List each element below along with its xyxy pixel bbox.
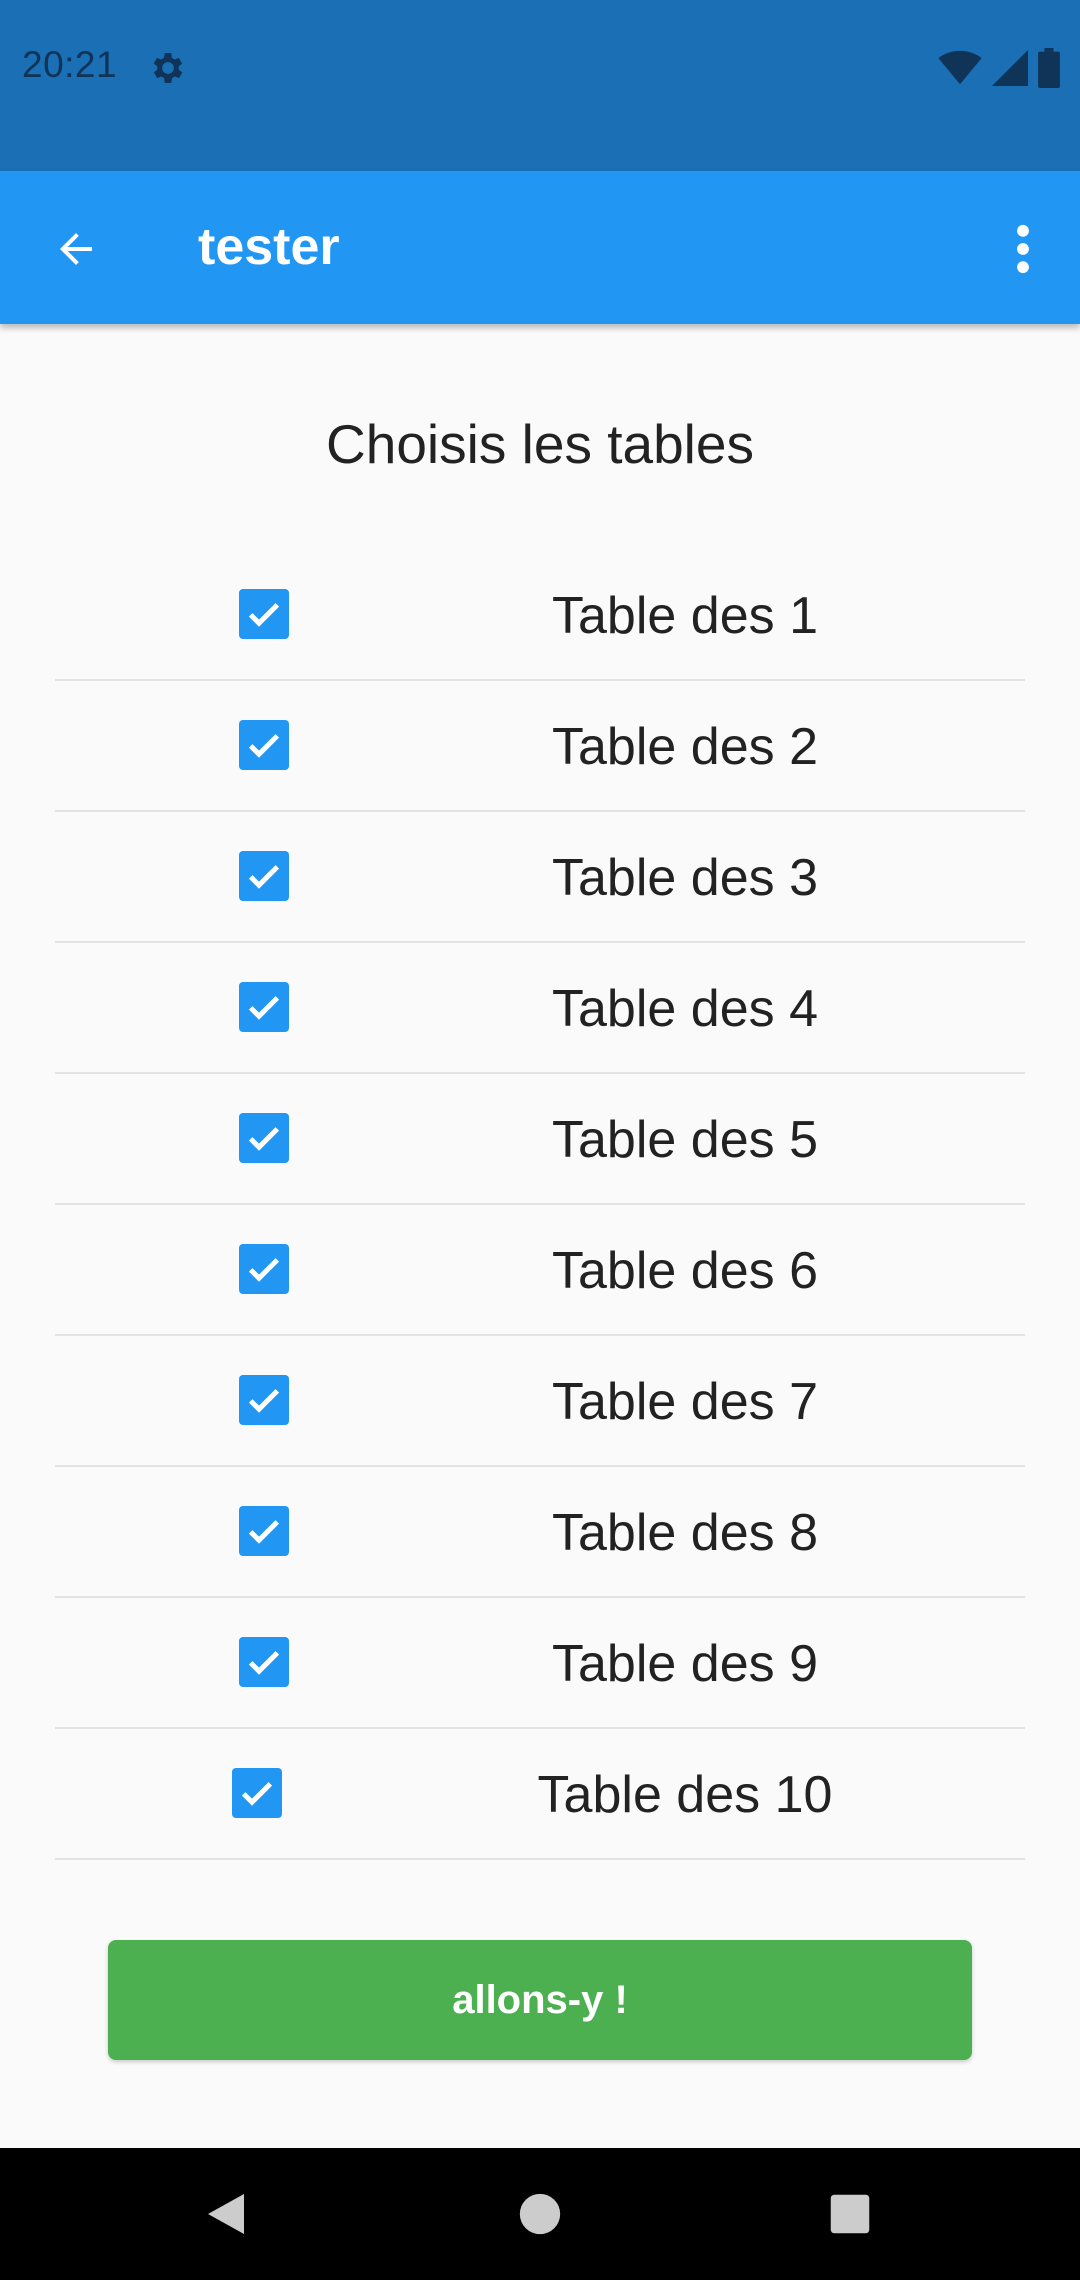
status-time: 20:21 (22, 44, 118, 85)
page-heading: Choisis les tables (326, 413, 754, 475)
check-icon (248, 734, 280, 758)
status-icons (938, 48, 1060, 88)
table-label: Table des 4 (552, 980, 818, 1038)
table-row[interactable]: Table des 7 (55, 1336, 1025, 1467)
table-row[interactable]: Table des 2 (55, 681, 1025, 812)
wifi-icon (938, 50, 982, 85)
table-checkbox[interactable] (239, 1113, 289, 1163)
table-checkbox[interactable] (239, 851, 289, 901)
arrow-back-icon (60, 233, 92, 265)
check-icon (241, 1782, 273, 1806)
nav-recents-button[interactable] (814, 2178, 886, 2250)
check-icon (248, 1651, 280, 1675)
table-row[interactable]: Table des 3 (55, 812, 1025, 943)
table-row[interactable]: Table des 6 (55, 1205, 1025, 1336)
table-label: Table des 7 (552, 1373, 818, 1431)
back-button[interactable] (40, 213, 112, 285)
check-icon (248, 1258, 280, 1282)
recents-square-icon (830, 2194, 870, 2234)
table-checkbox[interactable] (239, 982, 289, 1032)
check-icon (248, 1389, 280, 1413)
nav-home-button[interactable] (504, 2178, 576, 2250)
table-list: Table des 1 Table des 2 Table des 3 Tabl… (55, 550, 1025, 1860)
check-icon (248, 1127, 280, 1151)
table-label: Table des 1 (552, 587, 818, 645)
battery-icon (1038, 48, 1060, 88)
table-checkbox[interactable] (239, 1506, 289, 1556)
table-checkbox[interactable] (239, 589, 289, 639)
app-bar: tester (0, 171, 1080, 324)
table-checkbox[interactable] (239, 720, 289, 770)
table-row[interactable]: Table des 5 (55, 1074, 1025, 1205)
table-label: Table des 9 (552, 1635, 818, 1693)
table-label: Table des 6 (552, 1242, 818, 1300)
table-row[interactable]: Table des 9 (55, 1598, 1025, 1729)
go-button[interactable]: allons-y ! (108, 1940, 972, 2060)
signal-icon (992, 50, 1028, 86)
table-checkbox[interactable] (239, 1637, 289, 1687)
table-label: Table des 10 (537, 1766, 833, 1824)
table-row[interactable]: Table des 1 (55, 550, 1025, 681)
more-vert-icon (1017, 224, 1029, 274)
table-checkbox[interactable] (232, 1768, 282, 1818)
table-row[interactable]: Table des 4 (55, 943, 1025, 1074)
settings-gear-icon (153, 53, 183, 83)
check-icon (248, 1520, 280, 1544)
table-label: Table des 3 (552, 849, 818, 907)
home-circle-icon (519, 2193, 561, 2235)
table-row[interactable]: Table des 8 (55, 1467, 1025, 1598)
navigation-bar (0, 2148, 1080, 2280)
table-label: Table des 2 (552, 718, 818, 776)
table-label: Table des 8 (552, 1504, 818, 1562)
back-triangle-icon (208, 2194, 244, 2234)
table-row[interactable]: Table des 10 (55, 1729, 1025, 1860)
nav-back-button[interactable] (190, 2178, 262, 2250)
app-title: tester (198, 218, 340, 276)
check-icon (248, 996, 280, 1020)
overflow-menu-button[interactable] (996, 213, 1050, 285)
status-bar: 20:21 (0, 0, 1080, 171)
table-checkbox[interactable] (239, 1244, 289, 1294)
check-icon (248, 603, 280, 627)
table-checkbox[interactable] (239, 1375, 289, 1425)
check-icon (248, 865, 280, 889)
table-label: Table des 5 (552, 1111, 818, 1169)
